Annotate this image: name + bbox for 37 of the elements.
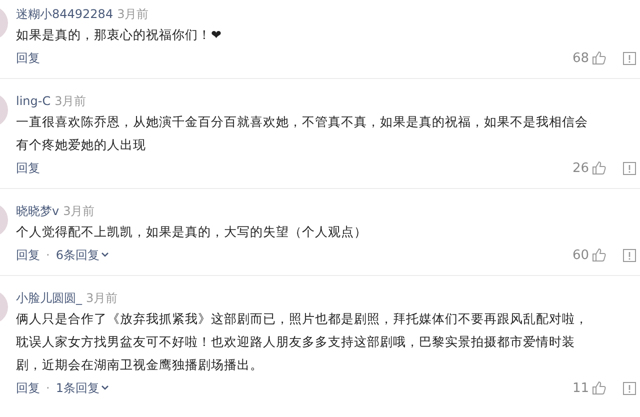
report-icon[interactable] xyxy=(623,52,636,64)
comment-text: 一直很喜欢陈乔恩，从她演千金百分百就喜欢她，不管真不真，如果是真的祝福，如果不是我相信会 xyxy=(16,113,589,131)
thumbs-up-icon[interactable] xyxy=(592,161,606,175)
thumbs-up-icon[interactable] xyxy=(592,381,606,395)
username[interactable]: 晓晓梦v xyxy=(16,203,60,220)
comment-text: 耽误人家女方找男盆友可不好啦！也欢迎路人朋友多多支持这部剧哦，巴黎实景拍摄都市爱情时装 xyxy=(16,333,576,351)
like-count: 68 xyxy=(572,50,589,66)
comment-text: 俩人只是合作了《放弃我抓紧我》这部剧而已，照片也都是剧照，拜托媒体们不要再跟风乱配对啦， xyxy=(16,310,589,328)
username[interactable]: 小脸儿圆圆_ xyxy=(16,290,82,307)
comment-text: 如果是真的，那衷心的祝福你们！❤ xyxy=(16,26,222,44)
reply-link[interactable]: 回复 xyxy=(16,246,40,264)
separator-dot: · xyxy=(46,381,50,395)
username[interactable]: 迷糊小84492284 xyxy=(16,6,114,23)
reply-link[interactable]: 回复 xyxy=(16,380,40,396)
report-icon[interactable] xyxy=(623,162,636,174)
comment-text: 剧，近期会在湖南卫视金鹰独播剧场播出。 xyxy=(16,356,264,374)
like-count: 11 xyxy=(572,380,589,396)
report-icon[interactable] xyxy=(623,382,636,394)
chevron-down-icon[interactable] xyxy=(101,252,110,258)
like-count: 60 xyxy=(572,248,589,262)
like-count: 26 xyxy=(572,160,589,176)
comment-text: 个人觉得配不上凯凯，如果是真的，大写的失望（个人观点） xyxy=(16,223,368,241)
thumbs-up-icon[interactable] xyxy=(592,248,606,262)
comment-text: 有个疼她爱她的人出现 xyxy=(16,136,147,154)
separator-dot: · xyxy=(46,248,50,262)
chevron-down-icon[interactable] xyxy=(101,385,110,391)
timestamp: 3月前 xyxy=(54,93,86,110)
replies-link[interactable]: 6条回复 xyxy=(56,246,100,264)
report-icon[interactable] xyxy=(623,248,636,262)
replies-link[interactable]: 1条回复 xyxy=(56,380,100,396)
timestamp: 3月前 xyxy=(63,203,95,220)
reply-link[interactable]: 回复 xyxy=(16,50,40,66)
thumbs-up-icon[interactable] xyxy=(592,51,606,65)
reply-link[interactable]: 回复 xyxy=(16,160,40,176)
username[interactable]: ling-C xyxy=(16,94,51,108)
timestamp: 3月前 xyxy=(86,290,118,307)
timestamp: 3月前 xyxy=(117,6,149,23)
